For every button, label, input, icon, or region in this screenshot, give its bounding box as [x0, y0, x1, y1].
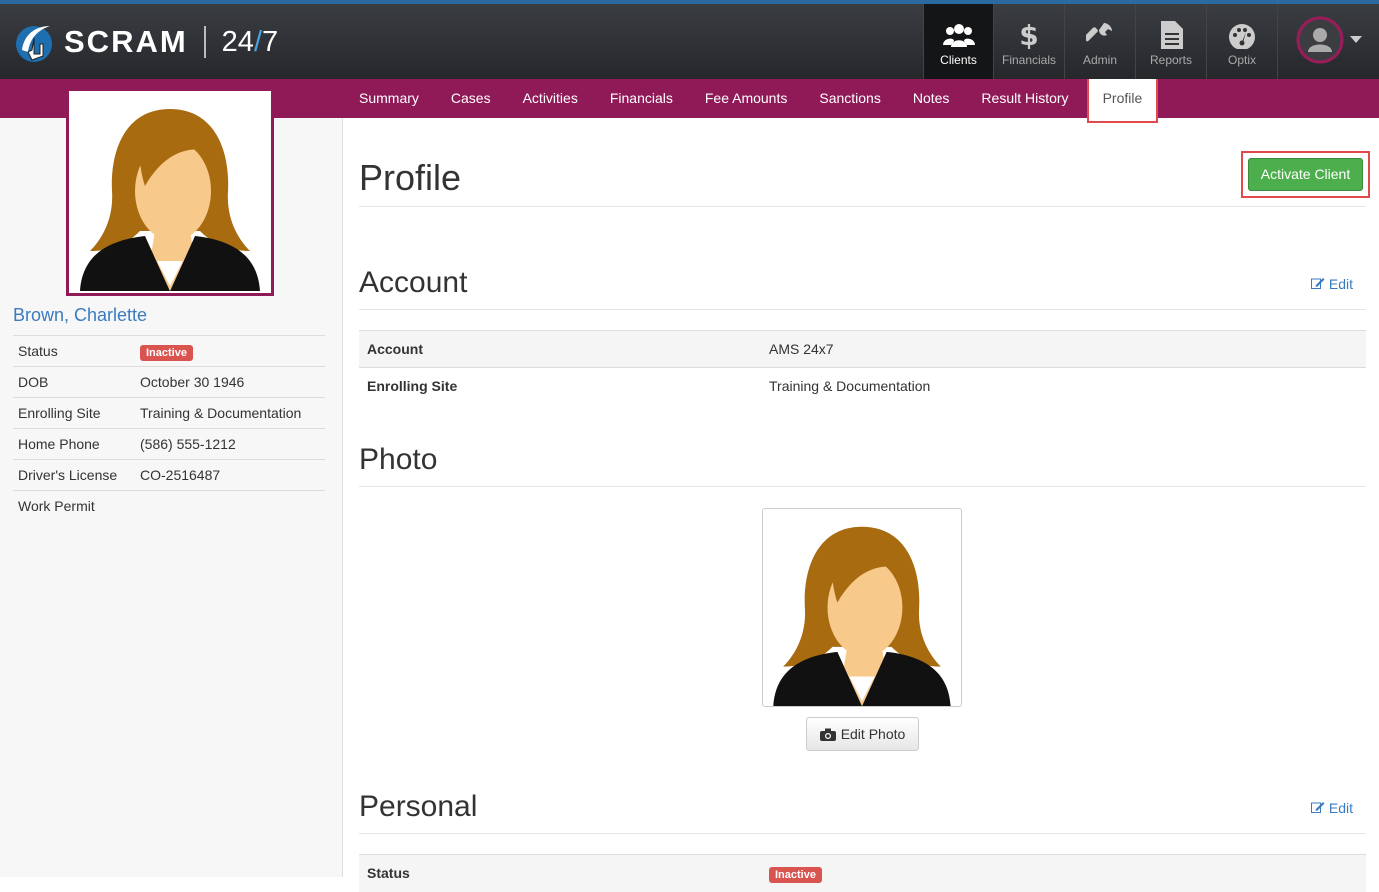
client-tabs: Summary Cases Activities Financials Fee … [343, 79, 1379, 123]
tab-activities[interactable]: Activities [523, 79, 578, 118]
brand-hours: 24/7 [221, 25, 279, 58]
client-info-table: Status Inactive DOB October 30 1946 Enroll… [13, 335, 325, 522]
nav-label: Clients [940, 53, 977, 67]
nav-financials[interactable]: $ Financials [993, 4, 1064, 79]
edit-photo-button[interactable]: Edit Photo [806, 717, 919, 751]
nav-label: Financials [1001, 53, 1057, 67]
nav-admin[interactable]: Admin [1064, 4, 1135, 79]
activate-client-button[interactable]: Activate Client [1248, 158, 1363, 191]
divider [359, 833, 1366, 834]
client-name[interactable]: Brown, Charlette [13, 305, 147, 326]
document-icon [1161, 21, 1183, 49]
logo-divider [203, 26, 206, 58]
edit-account-link[interactable]: Edit [1311, 276, 1353, 292]
wrench-icon [1086, 23, 1112, 42]
personal-table: Status Inactive [359, 854, 1366, 892]
edit-icon [1311, 802, 1325, 813]
brand-name: SCRAM [64, 24, 188, 59]
client-avatar [66, 91, 274, 296]
table-row: Status Inactive [359, 854, 1366, 892]
caret-down-icon [1349, 35, 1362, 43]
info-row: Enrolling Site Training & Documentation [13, 397, 325, 429]
nav-label: Optix [1227, 53, 1256, 67]
tab-notes[interactable]: Notes [913, 79, 950, 118]
users-icon [942, 24, 975, 47]
account-heading: Account [359, 266, 468, 299]
info-row: Driver's License CO-2516487 [13, 459, 325, 491]
tab-result-history[interactable]: Result History [981, 79, 1068, 118]
nav-clients[interactable]: Clients [923, 4, 993, 79]
nav-optix[interactable]: Optix [1206, 4, 1277, 79]
user-avatar-icon [1296, 16, 1343, 63]
table-row: Account AMS 24x7 [359, 330, 1366, 368]
top-navbar: SCRAM 24/7 Clients $ Financials Admin Re… [0, 0, 1379, 79]
tab-financials[interactable]: Financials [610, 79, 673, 118]
nav-label: Reports [1149, 53, 1193, 67]
scram-logo-icon [12, 20, 56, 64]
info-row: DOB October 30 1946 [13, 366, 325, 398]
tab-cases[interactable]: Cases [451, 79, 491, 118]
edit-personal-link[interactable]: Edit [1311, 800, 1353, 816]
svg-text:$: $ [1019, 21, 1038, 49]
activate-highlight: Activate Client [1241, 151, 1370, 198]
scram-logo[interactable]: SCRAM 24/7 [12, 16, 278, 68]
edit-icon [1311, 278, 1325, 289]
client-photo [762, 508, 962, 707]
user-menu[interactable] [1277, 4, 1379, 79]
dollar-icon: $ [1019, 21, 1038, 49]
personal-heading: Personal [359, 790, 478, 823]
tab-summary[interactable]: Summary [359, 79, 419, 118]
divider [359, 309, 1366, 310]
status-badge: Inactive [769, 867, 822, 884]
info-row: Home Phone (586) 555-1212 [13, 428, 325, 460]
gauge-icon [1229, 24, 1255, 49]
nav-reports[interactable]: Reports [1135, 4, 1206, 79]
tab-fee-amounts[interactable]: Fee Amounts [705, 79, 788, 118]
photo-heading: Photo [359, 443, 438, 476]
tab-sanctions[interactable]: Sanctions [819, 79, 880, 118]
info-row: Status Inactive [13, 335, 325, 367]
table-row: Enrolling Site Training & Documentation [359, 367, 1366, 405]
account-table: Account AMS 24x7 Enrolling Site Training &… [359, 330, 1366, 405]
info-row: Work Permit [13, 490, 325, 522]
divider [359, 486, 1366, 487]
tab-profile[interactable]: Profile [1086, 79, 1159, 123]
nav-label: Admin [1082, 53, 1117, 67]
page-title: Profile [359, 157, 462, 198]
status-badge: Inactive [140, 345, 193, 361]
camera-icon [819, 728, 836, 741]
divider [359, 206, 1366, 207]
